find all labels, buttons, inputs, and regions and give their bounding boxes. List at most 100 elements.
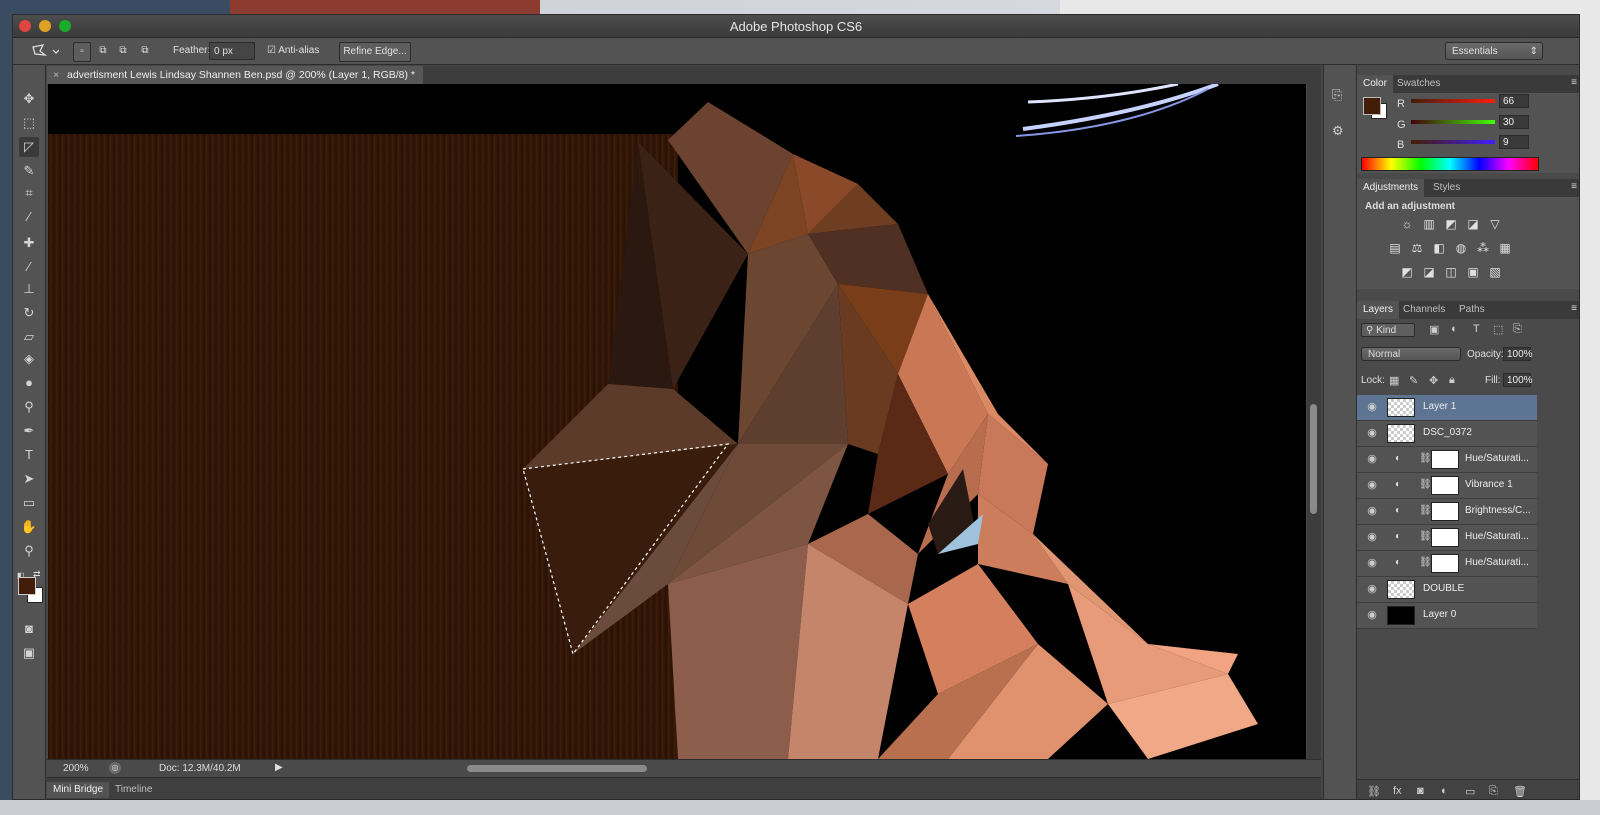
antialias-checkbox[interactable]: ☑ Anti-alias (267, 42, 319, 60)
exposure-icon[interactable]: ◪ (1465, 217, 1481, 231)
filter-pixel-icon[interactable]: ▣ (1429, 323, 1439, 336)
color-fg-swatch[interactable] (1363, 97, 1381, 115)
add-mask-icon[interactable]: ◙ (1417, 785, 1424, 797)
visibility-eye-icon[interactable]: ◉ (1365, 400, 1379, 414)
color-lookup-icon[interactable]: ▦ (1497, 241, 1513, 255)
link-chain-icon[interactable]: ⛓ (1419, 479, 1432, 490)
filter-type-icon[interactable]: T (1473, 323, 1480, 335)
path-selection-tool[interactable]: ➤ (19, 469, 39, 489)
tab-channels[interactable]: Channels (1397, 301, 1451, 319)
link-chain-icon[interactable]: ⛓ (1419, 453, 1432, 464)
tab-styles[interactable]: Styles (1427, 179, 1466, 197)
refine-edge-button[interactable]: Refine Edge... (339, 42, 411, 62)
black-white-icon[interactable]: ◧ (1431, 241, 1447, 255)
status-menu-arrow-icon[interactable]: ▶ (275, 762, 283, 773)
red-value[interactable]: 66 (1499, 94, 1529, 108)
color-spectrum-ramp[interactable] (1361, 157, 1539, 171)
selective-color-icon[interactable]: ▣ (1465, 265, 1481, 279)
layer-row-hue-saturation-1[interactable]: ◉ ◐ ⛓ Hue/Saturati... (1357, 447, 1537, 473)
hand-tool[interactable]: ✋ (19, 517, 39, 537)
visibility-eye-icon[interactable]: ◉ (1365, 530, 1379, 544)
pen-tool[interactable]: ✒ (19, 421, 39, 441)
green-value[interactable]: 30 (1499, 115, 1529, 129)
lock-transparency-icon[interactable]: ▦ (1389, 374, 1399, 387)
layer-row-layer-1[interactable]: ◉ Layer 1 (1357, 395, 1537, 421)
layer-row-hue-saturation-2[interactable]: ◉ ◐ ⛓ Hue/Saturati... (1357, 525, 1537, 551)
visibility-eye-icon[interactable]: ◉ (1365, 608, 1379, 622)
panel-menu-icon[interactable]: ≡ (1571, 181, 1577, 192)
clone-stamp-tool[interactable]: ⊥ (19, 279, 39, 299)
tab-paths[interactable]: Paths (1453, 301, 1491, 319)
filter-smart-object-icon[interactable]: ⎘ (1513, 323, 1522, 336)
share-icon[interactable]: ◎ (109, 762, 121, 774)
link-chain-icon[interactable]: ⛓ (1419, 505, 1432, 516)
blend-mode-dropdown[interactable]: Normal (1361, 347, 1461, 361)
tab-layers[interactable]: Layers (1357, 301, 1400, 319)
visibility-eye-icon[interactable]: ◉ (1365, 426, 1379, 440)
lasso-preset-picker[interactable] (29, 42, 60, 60)
eyedropper-tool[interactable]: ⁄ (19, 207, 39, 227)
color-balance-icon[interactable]: ⚖ (1409, 241, 1425, 255)
visibility-eye-icon[interactable]: ◉ (1365, 478, 1379, 492)
document-tab[interactable]: × advertisment Lewis Lindsay Shannen Ben… (47, 66, 424, 84)
layer-row-layer-0[interactable]: ◉ Layer 0 (1357, 603, 1537, 629)
new-selection-button[interactable]: ▫ (73, 42, 91, 62)
eraser-tool[interactable]: ▱ (19, 327, 39, 347)
blur-tool[interactable]: ● (19, 373, 39, 393)
visibility-eye-icon[interactable]: ◉ (1365, 556, 1379, 570)
screen-mode-button[interactable]: ▣ (19, 643, 39, 663)
lock-all-icon[interactable]: 🔒︎ (1449, 374, 1455, 387)
close-tab-icon[interactable]: × (53, 66, 59, 84)
blue-value[interactable]: 9 (1499, 135, 1529, 149)
move-tool[interactable]: ✥ (19, 89, 39, 109)
new-group-icon[interactable]: ▭ (1465, 785, 1475, 798)
filter-shape-icon[interactable]: ⬚ (1493, 323, 1503, 336)
intersect-selection-button[interactable]: ⧉ (137, 42, 153, 60)
curves-icon[interactable]: ◩ (1443, 217, 1459, 231)
lasso-tool[interactable]: ◸ (19, 137, 39, 157)
tab-color[interactable]: Color (1357, 75, 1393, 93)
green-slider[interactable] (1411, 120, 1495, 124)
brush-tool[interactable]: ⁄ (19, 257, 39, 277)
levels-icon[interactable]: ▥ (1421, 217, 1437, 231)
filter-adjustment-icon[interactable]: ◐ (1451, 323, 1458, 335)
subtract-selection-button[interactable]: ⧉ (115, 42, 131, 60)
vertical-scrollbar[interactable] (1307, 84, 1321, 759)
invert-icon[interactable]: ◩ (1399, 265, 1415, 279)
layer-row-vibrance-1[interactable]: ◉ ◐ ⛓ Vibrance 1 (1357, 473, 1537, 499)
lock-image-icon[interactable]: ✎ (1409, 374, 1418, 387)
foreground-color-swatch[interactable] (18, 577, 36, 595)
link-chain-icon[interactable]: ⛓ (1419, 531, 1432, 542)
panel-menu-icon[interactable]: ≡ (1571, 77, 1577, 88)
marquee-tool[interactable]: ⬚ (19, 113, 39, 133)
image-canvas[interactable] (48, 84, 1306, 759)
layer-filter-dropdown[interactable]: ⚲ Kind (1361, 323, 1415, 337)
tab-adjustments[interactable]: Adjustments (1357, 179, 1425, 197)
dodge-tool[interactable]: ⚲ (19, 397, 39, 417)
type-tool[interactable]: T (19, 445, 39, 465)
vertical-scroll-thumb[interactable] (1310, 404, 1317, 514)
crop-tool[interactable]: ⌗ (19, 183, 39, 203)
layer-row-brightness-contrast[interactable]: ◉ ◐ ⛓ Brightness/C... (1357, 499, 1537, 525)
posterize-icon[interactable]: ◪ (1421, 265, 1437, 279)
visibility-eye-icon[interactable]: ◉ (1365, 582, 1379, 596)
history-brush-tool[interactable]: ↻ (19, 303, 39, 323)
blue-slider[interactable] (1411, 140, 1495, 144)
trash-icon[interactable]: 🗑︎ (1513, 785, 1527, 798)
visibility-eye-icon[interactable]: ◉ (1365, 504, 1379, 518)
add-to-selection-button[interactable]: ⧉ (95, 42, 111, 60)
photo-filter-icon[interactable]: ◍ (1453, 241, 1469, 255)
threshold-icon[interactable]: ◫ (1443, 265, 1459, 279)
zoom-tool[interactable]: ⚲ (19, 541, 39, 561)
red-slider[interactable] (1411, 99, 1495, 103)
link-layers-icon[interactable]: ⛓ (1367, 785, 1381, 798)
workspace-dropdown[interactable]: Essentials ⇕ (1445, 42, 1543, 60)
new-layer-icon[interactable]: ⎘ (1489, 785, 1498, 798)
tab-mini-bridge[interactable]: Mini Bridge (47, 782, 110, 798)
opacity-input[interactable]: 100% (1503, 347, 1533, 361)
channel-mixer-icon[interactable]: ⁂ (1475, 241, 1491, 255)
healing-brush-tool[interactable]: ✚ (19, 233, 39, 253)
properties-panel-icon[interactable]: ⚙ (1332, 123, 1348, 139)
horizontal-scroll-thumb[interactable] (467, 765, 647, 772)
paint-bucket-tool[interactable]: ◈ (19, 349, 39, 369)
